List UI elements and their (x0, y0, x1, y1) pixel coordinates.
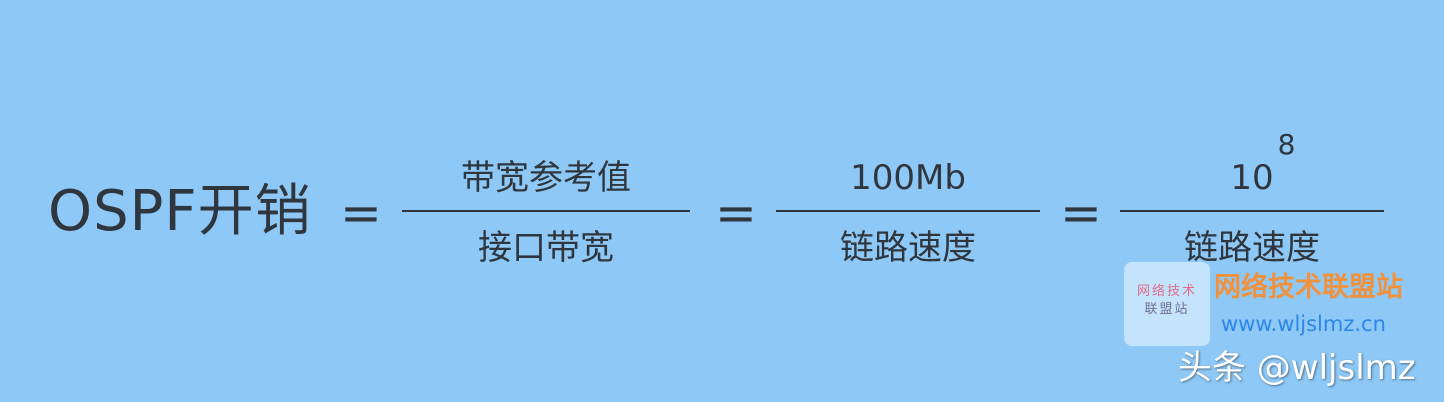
fraction-2-bar (776, 210, 1040, 212)
power-exponent: 8 (1277, 128, 1296, 161)
fraction-2-denominator: 链路速度 (840, 228, 976, 268)
fraction-3: 10 8 链路速度 (1120, 130, 1384, 280)
formula-slide: OSPF开销 = 带宽参考值 接口带宽 = 100Mb 链路速度 = 10 8 … (0, 0, 1444, 402)
fraction-3-numerator: 10 8 (1120, 130, 1384, 200)
fraction-2-numerator: 100Mb (850, 158, 966, 198)
fraction-1-numerator: 带宽参考值 (461, 158, 631, 198)
fraction-1-denominator: 接口带宽 (478, 228, 614, 268)
fraction-2: 100Mb 链路速度 (776, 140, 1040, 280)
brand-logo-line-2: 联盟站 (1144, 302, 1190, 317)
equals-sign-3: = (1060, 184, 1102, 242)
equals-sign-2: = (715, 184, 757, 242)
power-expression: 10 8 (1230, 130, 1295, 200)
fraction-1-bar (402, 210, 690, 212)
fraction-1: 带宽参考值 接口带宽 (402, 140, 690, 280)
brand-logo: 网络技术 联盟站 (1124, 262, 1210, 346)
equals-sign-1: = (340, 184, 382, 242)
brand-name: 网络技术联盟站 (1214, 272, 1403, 303)
power-base: 10 (1230, 158, 1274, 198)
brand-logo-line-1: 网络技术 (1136, 284, 1197, 299)
brand-url: www.wljslmz.cn (1221, 312, 1386, 336)
fraction-3-bar (1120, 210, 1384, 212)
formula-lhs: OSPF开销 (48, 179, 312, 244)
watermark: 头条 @wljslmz (1178, 348, 1416, 388)
